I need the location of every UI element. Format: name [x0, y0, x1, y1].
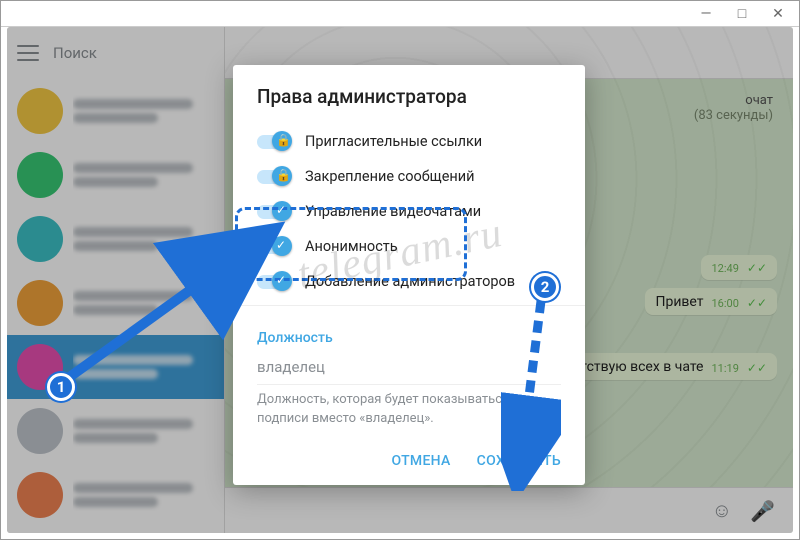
- perm-label: Анонимность: [305, 238, 398, 255]
- admin-rights-modal: Права администратора 🔒 Пригласительные сс…: [233, 65, 585, 485]
- window-titlebar: — □ ✕: [1, 1, 799, 27]
- role-input[interactable]: владелец: [233, 356, 585, 384]
- app-frame: Поиск очат (83 секунды) а 1 февраля в 16…: [7, 27, 793, 533]
- perm-manage-videochats[interactable]: ✓ Управление видеочатами: [233, 194, 585, 229]
- annotation-badge-2: 2: [531, 273, 559, 301]
- toggle-on-icon[interactable]: ✓: [257, 275, 291, 289]
- close-button[interactable]: ✕: [771, 7, 785, 21]
- toggle-on-icon[interactable]: ✓: [257, 205, 291, 219]
- toggle-on-icon[interactable]: 🔒: [257, 135, 291, 149]
- perm-label: Управление видеочатами: [305, 203, 481, 220]
- perm-pin-messages[interactable]: 🔒 Закрепление сообщений: [233, 159, 585, 194]
- perm-label: Пригласительные ссылки: [305, 133, 482, 150]
- toggle-on-icon[interactable]: ✓: [257, 240, 291, 254]
- minimize-button[interactable]: —: [699, 7, 713, 21]
- role-section-label: Должность: [233, 312, 585, 356]
- maximize-button[interactable]: □: [735, 7, 749, 21]
- modal-title: Права администратора: [233, 85, 585, 124]
- toggle-on-icon[interactable]: 🔒: [257, 170, 291, 184]
- perm-label: Добавление администраторов: [305, 273, 515, 290]
- annotation-badge-1: 1: [47, 373, 75, 401]
- save-button[interactable]: СОХРАНИТЬ: [477, 453, 561, 469]
- cancel-button[interactable]: ОТМЕНА: [391, 453, 450, 469]
- perm-anonymity[interactable]: ✓ Анонимность: [233, 229, 585, 264]
- perm-label: Закрепление сообщений: [305, 168, 475, 185]
- perm-invite-links[interactable]: 🔒 Пригласительные ссылки: [233, 124, 585, 159]
- role-hint: Должность, которая будет показываться в …: [233, 385, 585, 443]
